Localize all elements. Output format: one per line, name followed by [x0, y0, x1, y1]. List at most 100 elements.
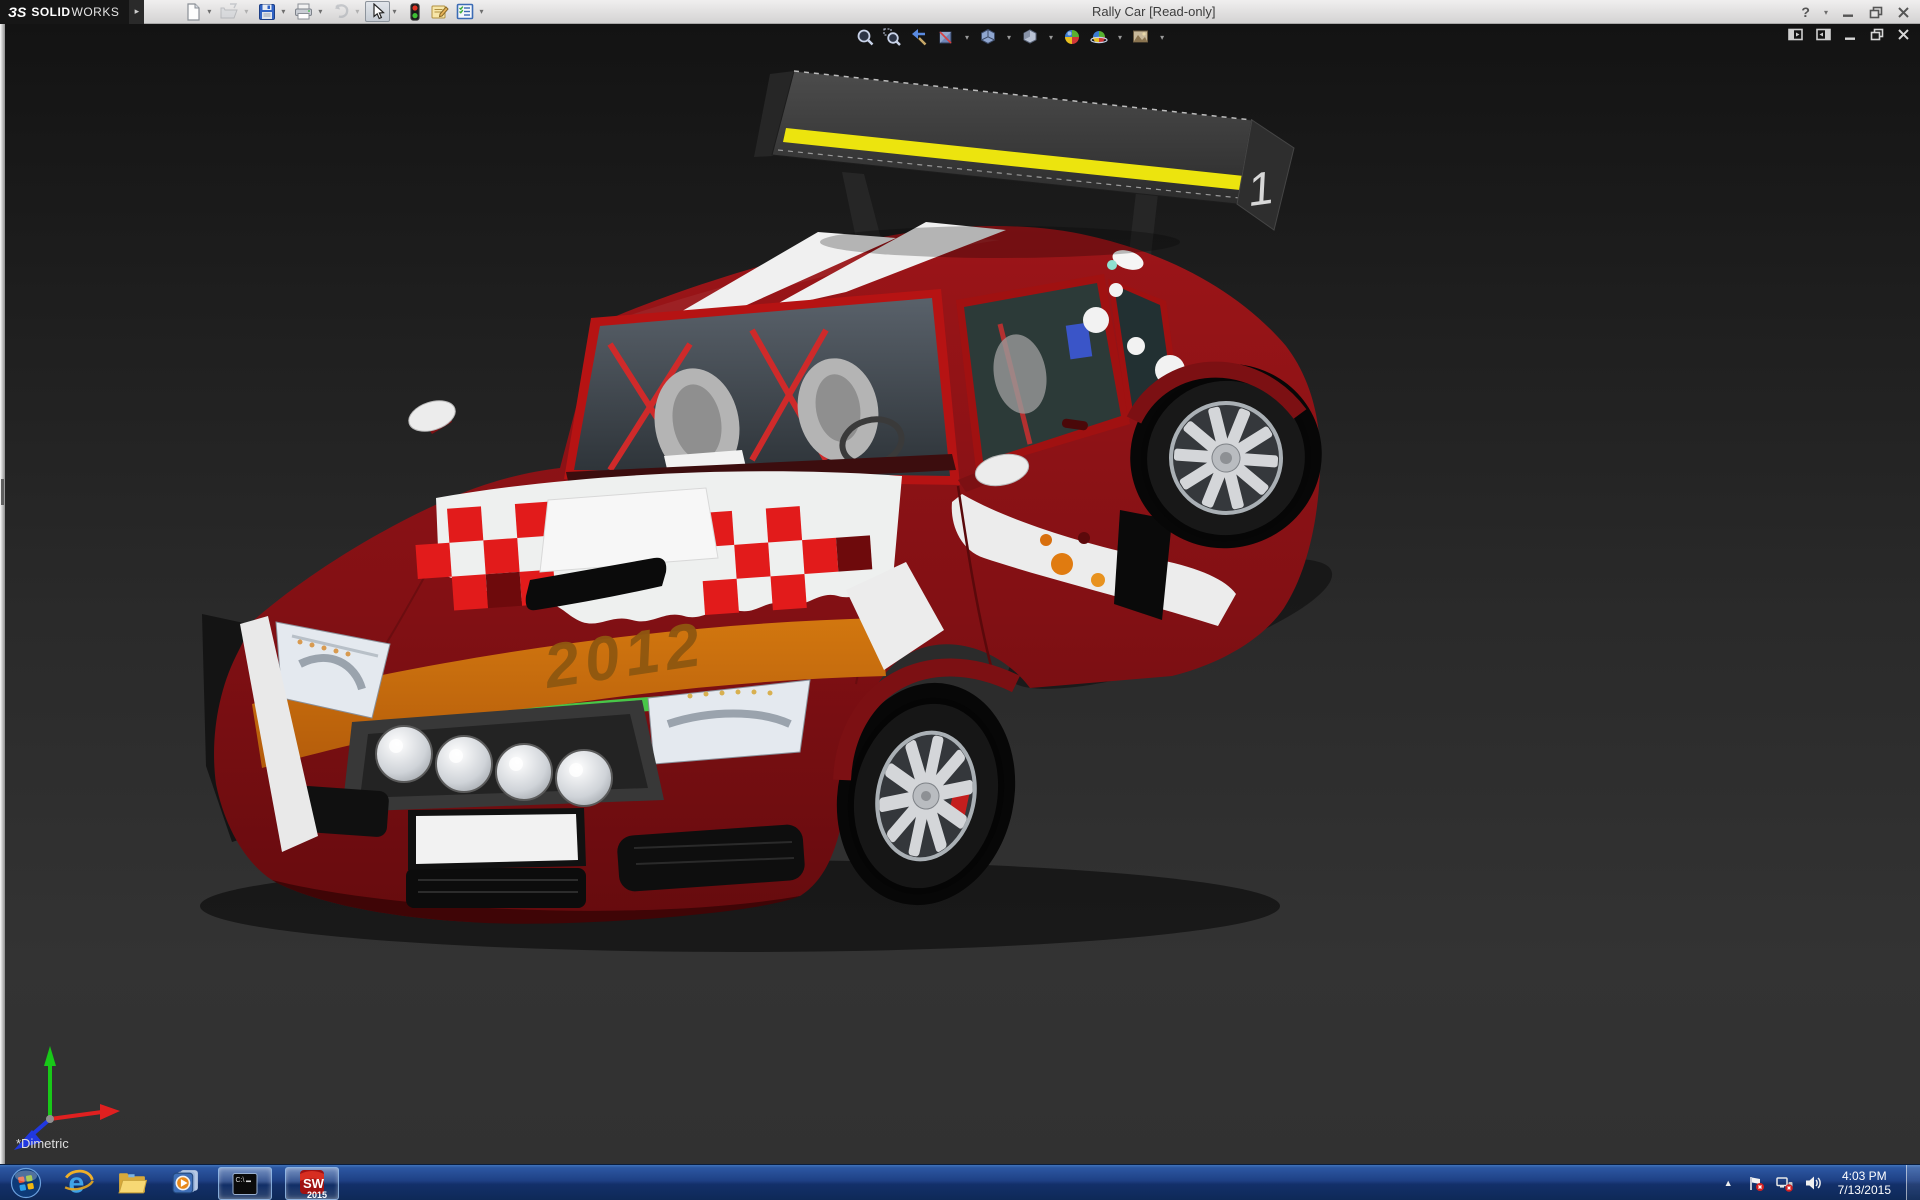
view-orientation-button[interactable]	[977, 27, 999, 47]
previous-view-button[interactable]	[908, 27, 930, 47]
origin-triad	[14, 1046, 120, 1150]
logo-text-works: WORKS	[72, 5, 120, 19]
apply-scene-button[interactable]	[1130, 27, 1152, 47]
close-icon	[1897, 6, 1910, 19]
document-window-controls	[1788, 28, 1910, 41]
close-button[interactable]	[1897, 6, 1910, 19]
rally-car-model[interactable]: 2012	[0, 24, 1920, 1164]
chevron-down-icon[interactable]: ▾	[1049, 33, 1053, 42]
rebuild-traffic-light-icon	[410, 3, 420, 21]
doc-close-button[interactable]	[1897, 28, 1910, 41]
edit-appearance-icon	[1090, 28, 1108, 46]
design-binder-icon	[430, 3, 449, 20]
zoom-to-fit-icon	[856, 28, 874, 46]
minimize-button[interactable]	[1842, 6, 1855, 18]
action-center-flag-icon	[1748, 1175, 1765, 1192]
chevron-down-icon[interactable]: ▾	[281, 7, 285, 16]
volume-button[interactable]	[1805, 1175, 1823, 1191]
featuremanager-pane-button[interactable]	[1788, 28, 1803, 41]
chevron-down-icon[interactable]: ▾	[244, 7, 248, 16]
solidworks-logo: ЗS SOLID WORKS	[0, 0, 129, 24]
realview-icon	[1063, 28, 1081, 46]
command-prompt-icon: C:\	[231, 1171, 259, 1197]
undo-button[interactable]	[328, 1, 353, 22]
taskbar-clock[interactable]: 4:03 PM 7/13/2015	[1838, 1169, 1891, 1197]
chevron-down-icon[interactable]: ▾	[207, 7, 211, 16]
sw-icon-badge: 2015	[307, 1190, 327, 1200]
internet-explorer-icon: e	[63, 1167, 95, 1199]
license-plate[interactable]	[408, 808, 586, 870]
edit-appearance-button[interactable]	[1088, 27, 1110, 47]
taskbar-internet-explorer[interactable]: e	[59, 1165, 99, 1200]
zoom-to-area-button[interactable]	[881, 27, 903, 47]
chevron-down-icon[interactable]: ▾	[965, 33, 969, 42]
view-orientation-label: *Dimetric	[16, 1136, 69, 1151]
clock-date: 7/13/2015	[1838, 1183, 1891, 1197]
chevron-down-icon[interactable]: ▾	[1160, 33, 1164, 42]
display-style-icon	[1021, 28, 1039, 46]
chevron-down-icon[interactable]: ▾	[355, 7, 359, 16]
new-document-button[interactable]	[180, 1, 205, 22]
pillar-decal-dot	[1107, 260, 1117, 270]
taskbar-command-prompt[interactable]: C:\	[218, 1167, 272, 1200]
clock-time: 4:03 PM	[1838, 1169, 1891, 1183]
taskbar-solidworks[interactable]: SW 2015	[285, 1167, 339, 1200]
print-button[interactable]	[291, 1, 316, 22]
desktop: ЗS SOLID WORKS ▸ ▾ ▾	[0, 0, 1920, 1200]
design-binder-button[interactable]	[427, 1, 452, 22]
menu-expand-button[interactable]: ▸	[129, 0, 144, 24]
sw-icon-letters: SW	[303, 1176, 325, 1191]
options-button[interactable]	[452, 1, 477, 22]
zoom-to-fit-button[interactable]	[854, 27, 876, 47]
chevron-down-icon[interactable]: ▾	[1118, 33, 1122, 42]
media-player-icon	[169, 1168, 201, 1198]
save-button[interactable]	[254, 1, 279, 22]
start-button[interactable]	[6, 1165, 46, 1200]
options-checklist-icon	[456, 3, 474, 20]
featuremanager-pane-icon	[1788, 28, 1803, 41]
show-desktop-button[interactable]	[1906, 1165, 1920, 1200]
help-button[interactable]: ?	[1801, 4, 1810, 20]
apply-scene-icon	[1132, 28, 1150, 46]
section-view-button[interactable]	[935, 27, 957, 47]
network-status-button[interactable]	[1776, 1175, 1794, 1192]
save-icon	[258, 3, 276, 21]
doc-minimize-button[interactable]	[1844, 29, 1857, 41]
select-button[interactable]	[365, 1, 390, 22]
speaker-icon	[1805, 1175, 1823, 1191]
doc-restore-button[interactable]	[1870, 28, 1884, 41]
close-icon	[1897, 28, 1910, 41]
windows-taskbar: e	[0, 1164, 1920, 1200]
display-style-button[interactable]	[1019, 27, 1041, 47]
headsup-view-toolbar: ▾ ▾ ▾	[854, 26, 1167, 48]
standard-toolbar: ▾ ▾ ▾	[180, 1, 489, 22]
zoom-to-area-icon	[883, 28, 901, 46]
window-controls: ? ▾	[1801, 0, 1910, 24]
taskbar-media-player[interactable]	[165, 1165, 205, 1200]
previous-view-icon	[910, 28, 928, 46]
chevron-down-icon[interactable]: ▾	[479, 7, 483, 16]
taskbar-windows-explorer[interactable]	[112, 1165, 152, 1200]
featuremanager-splitter[interactable]	[0, 24, 5, 1164]
network-disconnected-icon	[1776, 1175, 1794, 1192]
title-bar: ЗS SOLID WORKS ▸ ▾ ▾	[0, 0, 1920, 24]
split-pane-button[interactable]	[1816, 28, 1831, 41]
rear-wing[interactable]: 1	[754, 71, 1294, 258]
folder-icon	[116, 1168, 148, 1198]
minimize-icon	[1842, 6, 1855, 18]
chevron-down-icon[interactable]: ▾	[318, 7, 322, 16]
action-center-button[interactable]	[1748, 1175, 1765, 1192]
chevron-down-icon[interactable]: ▾	[1007, 33, 1011, 42]
splitter-handle[interactable]	[1, 479, 4, 505]
chevron-down-icon[interactable]: ▾	[1824, 8, 1828, 17]
realview-button[interactable]	[1061, 27, 1083, 47]
graphics-area[interactable]: 2012	[0, 24, 1920, 1164]
rebuild-button[interactable]	[402, 1, 427, 22]
restore-icon	[1870, 28, 1884, 41]
left-mirror[interactable]	[405, 395, 459, 436]
open-button[interactable]	[217, 1, 242, 22]
chevron-down-icon[interactable]: ▾	[392, 7, 396, 16]
show-hidden-icons-button[interactable]: ▲	[1720, 1174, 1737, 1192]
logo-text-solid: SOLID	[31, 5, 70, 19]
restore-button[interactable]	[1869, 6, 1883, 19]
